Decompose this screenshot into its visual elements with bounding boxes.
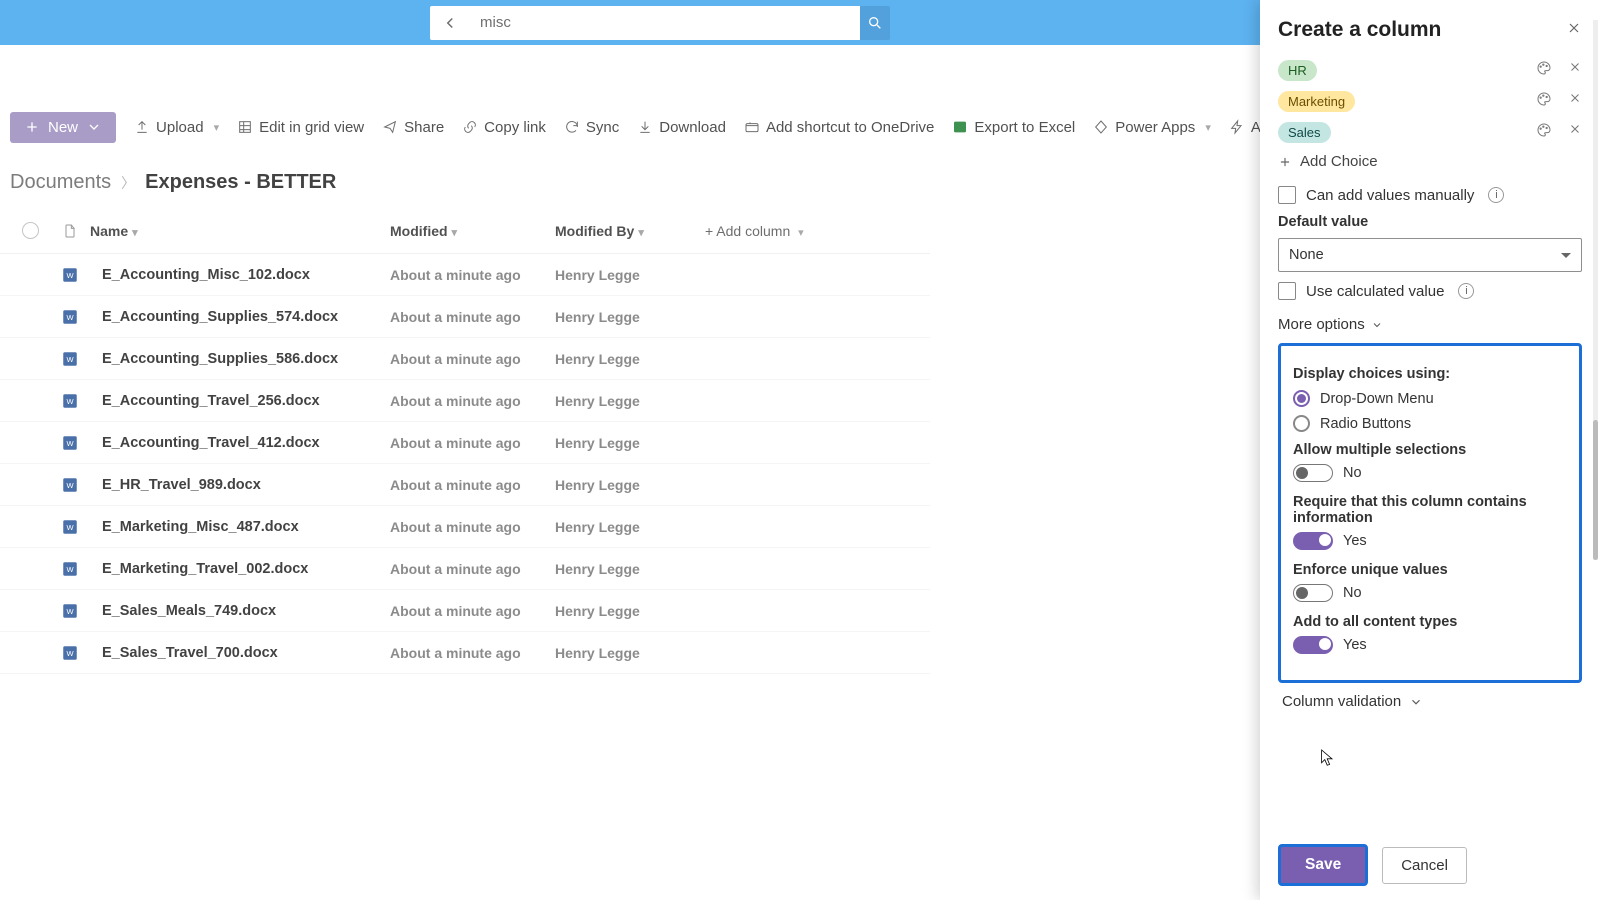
remove-choice-button[interactable] — [1568, 91, 1582, 112]
require-info-toggle[interactable] — [1293, 532, 1333, 550]
palette-icon[interactable] — [1536, 91, 1552, 112]
add-all-types-toggle[interactable] — [1293, 636, 1333, 654]
require-info-label: Require that this column contains inform… — [1293, 494, 1567, 526]
can-add-manually-label: Can add values manually — [1306, 187, 1474, 204]
save-button[interactable]: Save — [1278, 844, 1368, 886]
add-all-types-label: Add to all content types — [1293, 614, 1567, 630]
info-icon[interactable]: i — [1488, 187, 1504, 203]
display-choices-label: Display choices using: — [1293, 366, 1567, 382]
can-add-manually-checkbox[interactable] — [1278, 186, 1296, 204]
more-options-box: Display choices using: Drop-Down Menu Ra… — [1278, 343, 1582, 683]
use-calculated-label: Use calculated value — [1306, 283, 1444, 300]
use-calculated-checkbox[interactable] — [1278, 282, 1296, 300]
panel-scrollbar-thumb[interactable] — [1593, 420, 1598, 560]
choice-pill[interactable]: Sales — [1278, 122, 1331, 143]
create-column-panel: Create a column HR Marketing Sales Add C… — [1260, 0, 1600, 900]
info-icon[interactable]: i — [1458, 283, 1474, 299]
enforce-unique-toggle[interactable] — [1293, 584, 1333, 602]
default-value-dropdown[interactable]: None — [1278, 238, 1582, 272]
close-panel-button[interactable] — [1566, 20, 1582, 41]
panel-footer: Save Cancel — [1260, 830, 1600, 900]
choice-row: Marketing — [1278, 91, 1582, 112]
remove-choice-button[interactable] — [1568, 122, 1582, 143]
allow-multi-label: Allow multiple selections — [1293, 442, 1567, 458]
allow-multi-toggle[interactable] — [1293, 464, 1333, 482]
default-value-label: Default value — [1278, 214, 1582, 230]
add-choice-button[interactable]: Add Choice — [1278, 153, 1582, 170]
dropdown-radio[interactable] — [1293, 390, 1310, 407]
more-options-toggle[interactable]: More options — [1278, 316, 1582, 333]
choice-pill[interactable]: HR — [1278, 60, 1317, 81]
radio-buttons-radio[interactable] — [1293, 415, 1310, 432]
column-validation-toggle[interactable]: Column validation — [1282, 693, 1582, 710]
cancel-button[interactable]: Cancel — [1382, 847, 1467, 884]
palette-icon[interactable] — [1536, 60, 1552, 81]
choice-row: Sales — [1278, 122, 1582, 143]
choice-row: HR — [1278, 60, 1582, 81]
enforce-unique-label: Enforce unique values — [1293, 562, 1567, 578]
remove-choice-button[interactable] — [1568, 60, 1582, 81]
palette-icon[interactable] — [1536, 122, 1552, 143]
panel-title: Create a column — [1260, 18, 1600, 42]
choice-pill[interactable]: Marketing — [1278, 91, 1355, 112]
